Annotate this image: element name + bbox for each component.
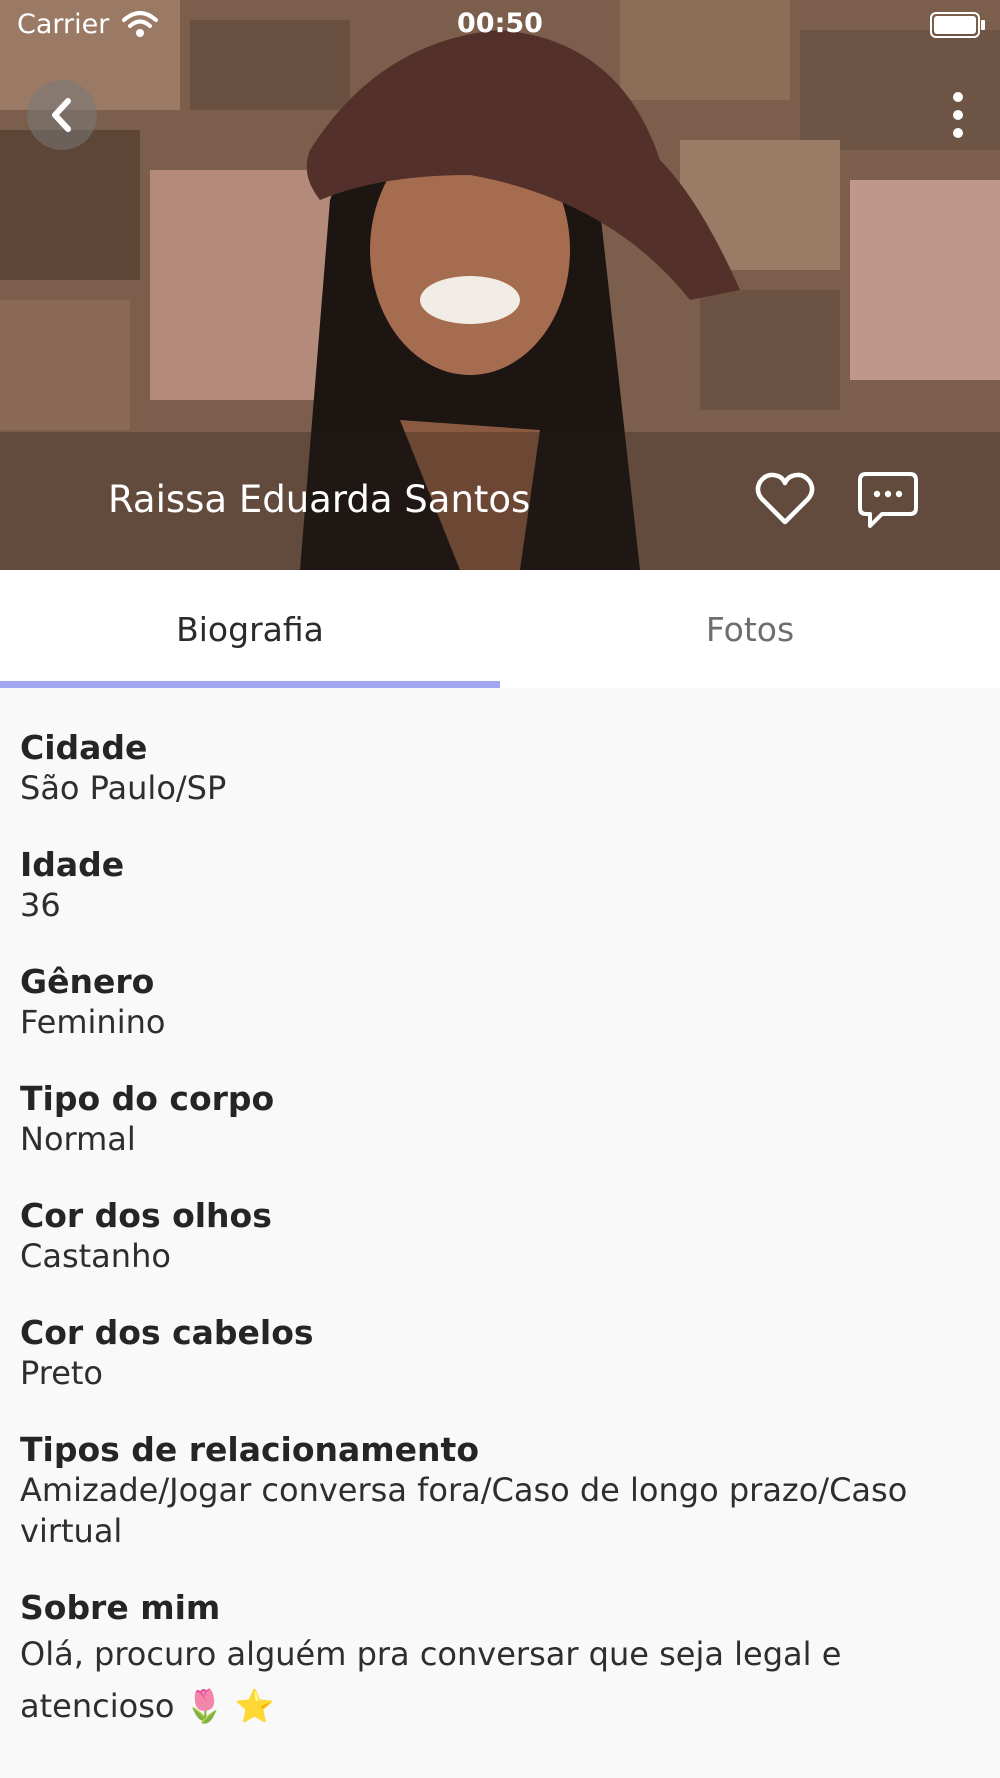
field-value: Olá, procuro alguém pra conversar que se… [20,1635,842,1725]
heart-icon[interactable] [753,468,817,532]
field-label: Tipos de relacionamento [20,1430,479,1469]
field-label: Idade [20,845,125,884]
back-button[interactable] [27,80,97,150]
field-value: Castanho [20,1237,171,1275]
field-label: Cor dos olhos [20,1196,272,1235]
field-value: 36 [20,886,61,924]
field-cor-dos-olhos: Cor dos olhos Castanho [20,1196,980,1277]
field-label: Sobre mim [20,1588,221,1627]
field-label: Cor dos cabelos [20,1313,314,1352]
field-label: Cidade [20,728,148,767]
field-idade: Idade 36 [20,845,980,926]
tab-fotos[interactable]: Fotos [500,570,1000,688]
field-value: Feminino [20,1003,166,1041]
field-cor-dos-cabelos: Cor dos cabelos Preto [20,1313,980,1394]
field-value: Amizade/Jogar conversa fora/Caso de long… [20,1471,908,1550]
field-genero: Gênero Feminino [20,962,980,1043]
profile-header: Carrier 00:50 Raissa Eduarda Santos [0,0,1000,570]
field-label: Tipo do corpo [20,1079,275,1118]
profile-name: Raissa Eduarda Santos [108,478,531,521]
more-vertical-icon[interactable] [944,90,972,140]
status-time: 00:50 [457,8,543,39]
field-value: Normal [20,1120,136,1158]
chat-bubble-icon[interactable] [856,468,920,532]
tab-bar: Biografia Fotos [0,570,1000,688]
active-tab-indicator [0,681,500,688]
bio-details: Cidade São Paulo/SP Idade 36 Gênero Femi… [20,728,980,1768]
field-cidade: Cidade São Paulo/SP [20,728,980,809]
battery-icon [930,12,985,38]
status-bar: Carrier 00:50 [0,0,1000,50]
field-value: Preto [20,1354,103,1392]
tab-biografia[interactable]: Biografia [0,570,500,688]
field-label: Gênero [20,962,155,1001]
field-tipos-de-relacionamento: Tipos de relacionamento Amizade/Jogar co… [20,1430,980,1552]
field-sobre-mim: Sobre mim Olá, procuro alguém pra conver… [20,1588,980,1732]
back-arrow-icon [52,98,71,132]
field-value: São Paulo/SP [20,769,227,807]
field-tipo-do-corpo: Tipo do corpo Normal [20,1079,980,1160]
